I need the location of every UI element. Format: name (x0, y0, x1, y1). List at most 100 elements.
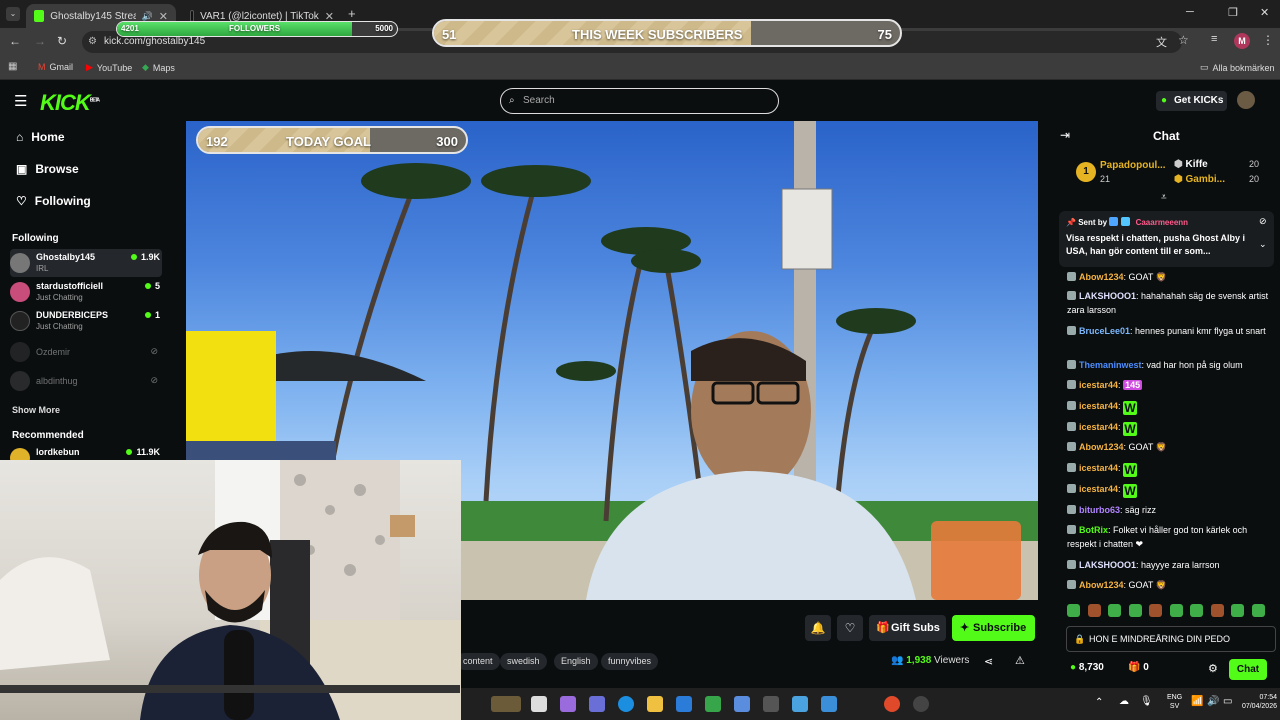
tray-mic-icon[interactable]: 🎙 (1140, 696, 1153, 707)
weather-widget-icon[interactable] (491, 696, 521, 712)
emote-icon[interactable] (1231, 604, 1244, 617)
stream-tag[interactable]: content (456, 653, 500, 670)
emote-icon[interactable] (1251, 604, 1265, 617)
vpn-icon[interactable] (705, 696, 721, 712)
following-channel-offline[interactable]: Ozdemir ⊘ (10, 338, 162, 366)
back-icon[interactable]: ← (9, 34, 21, 48)
send-chat-button[interactable]: Chat (1229, 659, 1267, 680)
office-icon[interactable] (734, 696, 750, 712)
show-more-link[interactable]: Show More (12, 405, 60, 415)
new-tab-icon[interactable]: + (348, 6, 356, 21)
all-bookmarks[interactable]: ▭ Alla bokmärken (1200, 62, 1275, 73)
chat-username[interactable]: icestar44 (1079, 401, 1118, 411)
hamburger-menu-icon[interactable]: ☰ (14, 92, 27, 110)
user-avatar[interactable] (1237, 91, 1255, 109)
stream-tag[interactable]: English (554, 653, 598, 670)
edge-icon[interactable] (618, 696, 634, 712)
chrome-icon[interactable] (884, 696, 900, 712)
site-info-icon[interactable]: ⚙ (88, 31, 97, 53)
language-indicator[interactable]: ENG SV (1167, 693, 1182, 711)
follow-heart-icon[interactable]: ♡ (837, 615, 863, 641)
clock[interactable]: 07:54 07/04/2026 (1237, 693, 1277, 711)
following-channel-offline[interactable]: albdinthug ⊘ (10, 367, 162, 395)
chat-username[interactable]: BruceLee01 (1079, 326, 1130, 336)
gift-count[interactable]: 🎁 0 (1128, 662, 1149, 673)
chevron-down-icon[interactable]: ⌄ (1259, 239, 1267, 250)
close-window-icon[interactable]: ✕ (1260, 6, 1269, 19)
bookmark-gmail[interactable]: M Gmail (38, 62, 73, 72)
chat-username[interactable]: LAKSHOOO1 (1079, 291, 1136, 301)
file-explorer-icon[interactable] (647, 696, 663, 712)
gift-subs-button[interactable]: 🎁 Gift Subs (869, 615, 946, 641)
menu-icon[interactable]: ⋮ (1262, 33, 1274, 47)
emote-icon[interactable] (1067, 604, 1080, 617)
tab-search-button[interactable]: ⌄ (6, 7, 20, 21)
share-icon[interactable]: ⋖ (984, 655, 993, 668)
nav-browse[interactable]: ▣ Browse (16, 162, 79, 176)
chat-username[interactable]: BotRix (1079, 525, 1108, 535)
obs-icon[interactable] (913, 696, 929, 712)
get-kicks-button[interactable]: ● Get KICKs (1156, 91, 1227, 111)
translate-icon[interactable]: 文 (1156, 34, 1167, 50)
chat-username[interactable]: icestar44 (1079, 380, 1118, 390)
bookmark-star-icon[interactable]: ☆ (1178, 33, 1189, 47)
report-icon[interactable]: ⚠ (1015, 654, 1025, 667)
tray-cloud-icon[interactable]: ☁ (1119, 696, 1129, 707)
stream-tag[interactable]: swedish (500, 653, 547, 670)
battery-icon[interactable]: ▭ (1223, 696, 1232, 707)
photos-icon[interactable] (792, 696, 808, 712)
chat-username[interactable]: Abow1234 (1079, 580, 1124, 590)
pinned-message[interactable]: 📌 Sent by Caaarmeeenn Visa respekt i cha… (1059, 211, 1274, 267)
emote-icon[interactable] (1087, 604, 1101, 617)
copilot-icon[interactable] (560, 696, 576, 712)
chat-username[interactable]: Abow1234 (1079, 442, 1124, 452)
restore-icon[interactable]: ❐ (1228, 6, 1238, 19)
following-channel[interactable]: Ghostalby145 IRL 1.9K (10, 249, 162, 277)
audio-icon[interactable]: 🔊 (142, 11, 153, 22)
expand-leaderboard-icon[interactable]: ⩡ (1161, 192, 1167, 203)
chat-username[interactable]: icestar44 (1079, 463, 1118, 473)
volume-icon[interactable]: 🔊 (1207, 696, 1219, 707)
search-input[interactable]: ⌕ Search (500, 88, 779, 114)
mail-icon[interactable] (676, 696, 692, 712)
chat-username[interactable]: LAKSHOOO1 (1079, 560, 1136, 570)
following-channel[interactable]: stardustofficiell Just Chatting 5 (10, 278, 162, 306)
bookmark-youtube[interactable]: ▶ YouTube (86, 62, 132, 73)
forward-icon[interactable]: → (34, 34, 46, 48)
notification-bell-icon[interactable]: 🔔 (805, 615, 831, 641)
emote-icon[interactable] (1169, 604, 1183, 617)
collapse-chat-icon[interactable]: ⇥ (1060, 128, 1070, 142)
reading-list-icon[interactable]: ≡ (1211, 33, 1217, 45)
chat-username[interactable]: Abow1234 (1079, 272, 1124, 282)
apps-icon[interactable]: ▦ (8, 61, 17, 72)
emote-icon[interactable] (1108, 604, 1121, 617)
chat-username[interactable]: icestar44 (1079, 422, 1118, 432)
snipping-icon[interactable] (821, 696, 837, 712)
emote-icon[interactable] (1149, 604, 1162, 617)
nav-following[interactable]: ♡ Following (16, 194, 91, 208)
minimize-icon[interactable]: ─ (1186, 6, 1194, 18)
emote-icon[interactable] (1190, 604, 1203, 617)
app-icon[interactable] (763, 696, 779, 712)
reload-icon[interactable]: ↻ (57, 34, 67, 48)
emote-icon[interactable] (1128, 604, 1142, 617)
tray-chevron-icon[interactable]: ⌃ (1095, 697, 1103, 708)
chat-settings-icon[interactable]: ⚙ (1208, 662, 1218, 675)
emote-icon[interactable] (1210, 604, 1224, 617)
chat-username[interactable]: icestar44 (1079, 484, 1118, 494)
kick-logo[interactable]: KICKBETA (40, 90, 100, 116)
chat-input[interactable]: 🔒 HON E MINDREÅRING DIN PEDO (1066, 626, 1276, 652)
nav-home[interactable]: ⌂ Home (16, 130, 65, 144)
chat-username[interactable]: biturbo63 (1079, 505, 1120, 515)
chat-username[interactable]: Themaninwest (1079, 360, 1142, 370)
profile-avatar[interactable]: M (1234, 33, 1250, 49)
subscribe-button[interactable]: ✦ Subscribe (952, 615, 1035, 641)
teams-icon[interactable] (589, 696, 605, 712)
unpin-icon[interactable]: ⊘ (1259, 216, 1267, 227)
start-icon[interactable] (531, 696, 547, 712)
wifi-icon[interactable]: 📶 (1191, 696, 1203, 707)
channel-points[interactable]: ● 8,730 (1070, 662, 1104, 673)
bookmark-maps[interactable]: ◆ Maps (142, 62, 175, 73)
stream-tag[interactable]: funnyvibes (601, 653, 659, 670)
following-channel[interactable]: DUNDERBICEPS Just Chatting 1 (10, 307, 162, 335)
